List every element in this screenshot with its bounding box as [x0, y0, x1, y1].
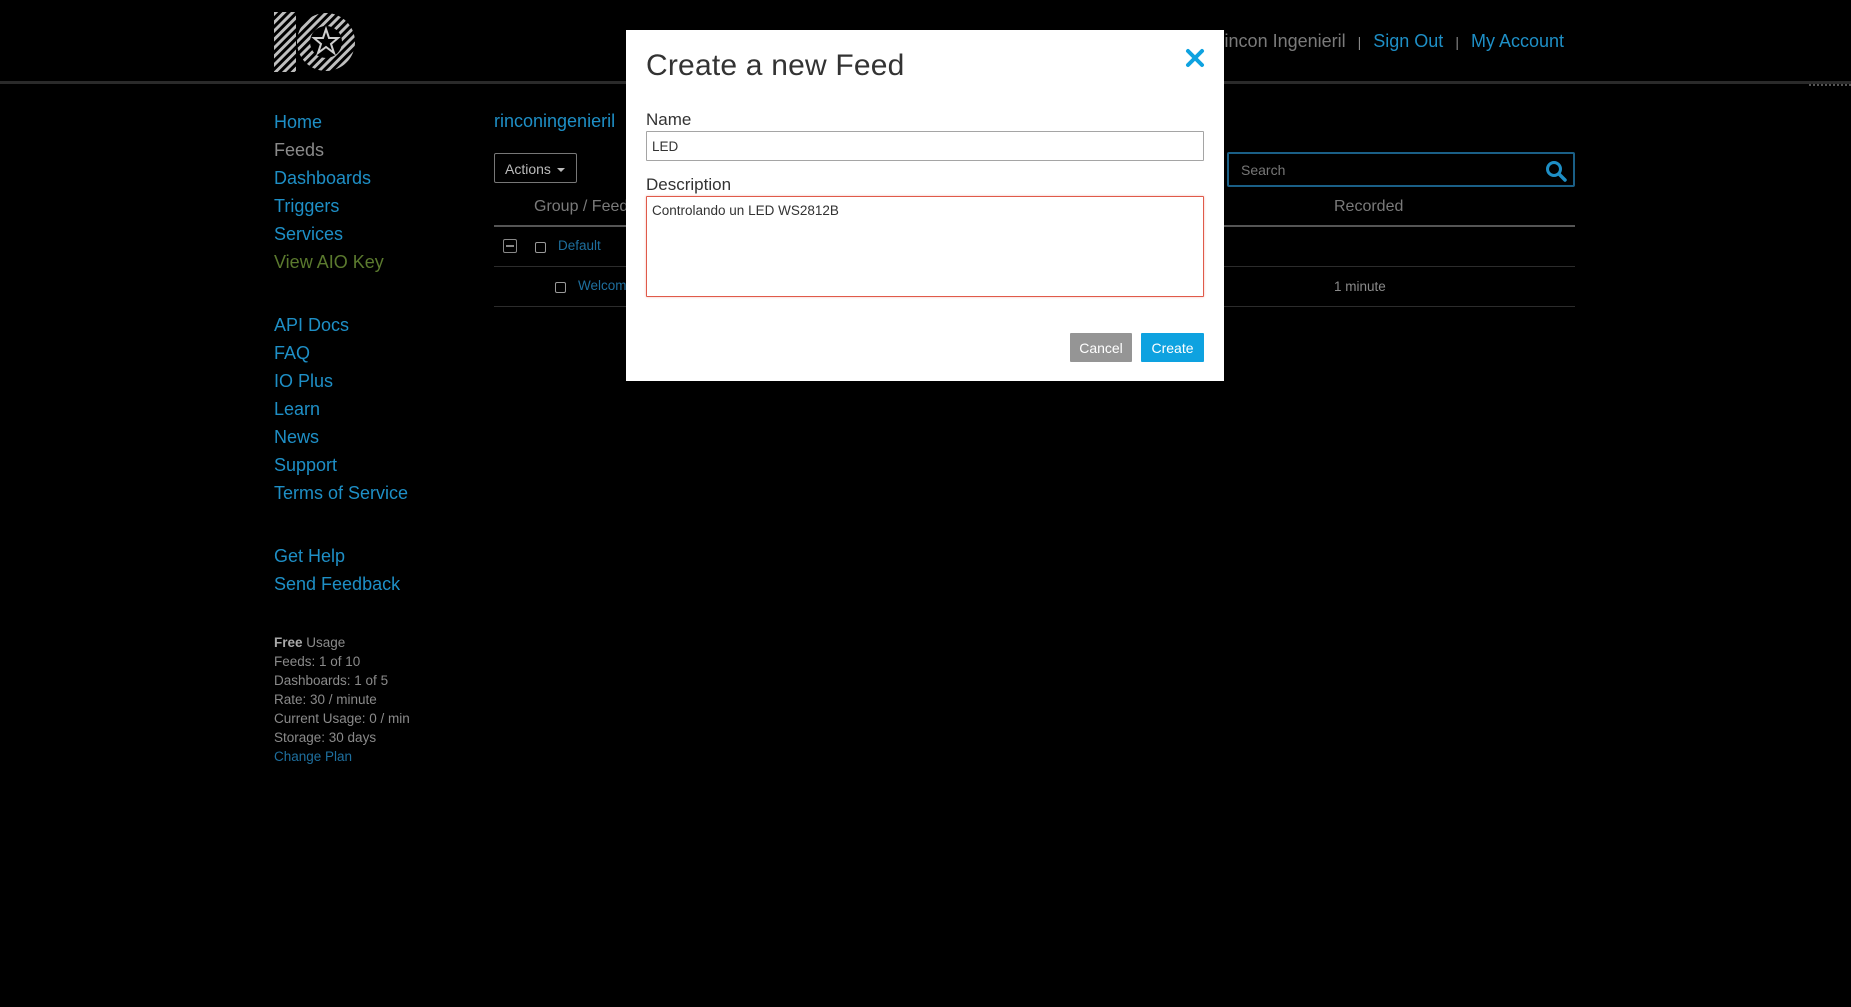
create-feed-modal: Create a new Feed Name Description Contr…	[626, 30, 1224, 381]
create-button[interactable]: Create	[1141, 333, 1204, 362]
account-links: Rincon Ingenieril | Sign Out | My Accoun…	[1212, 31, 1564, 52]
sidebar-item-home[interactable]: Home	[274, 108, 474, 136]
modal-title: Create a new Feed	[646, 49, 905, 82]
usage-feeds: Feeds: 1 of 10	[274, 654, 361, 669]
plan-line: Free Usage	[274, 633, 474, 652]
sign-out-link[interactable]: Sign Out	[1373, 31, 1443, 52]
sidebar-item-news[interactable]: News	[274, 423, 474, 451]
nav-primary: Home Feeds Dashboards Triggers Services …	[274, 108, 474, 276]
change-plan-link[interactable]: Change Plan	[274, 747, 474, 766]
description-label: Description	[646, 175, 732, 194]
sidebar-item-dashboards[interactable]: Dashboards	[274, 164, 474, 192]
description-field[interactable]: Controlando un LED WS2812B	[646, 196, 1204, 297]
sidebar-item-view-aio-key[interactable]: View AIO Key	[274, 248, 474, 276]
usage-current: Current Usage: 0 / min	[274, 711, 410, 726]
usage-summary: Free Usage Feeds: 1 of 10 Dashboards: 1 …	[274, 633, 474, 766]
group-link[interactable]: Default	[558, 238, 601, 253]
name-label: Name	[646, 110, 692, 129]
collapse-icon[interactable]	[503, 239, 517, 253]
adafruit-io-logo[interactable]	[274, 12, 356, 72]
cancel-button[interactable]: Cancel	[1070, 333, 1132, 362]
feed-recorded: 1 minute	[1334, 279, 1386, 294]
header-decoration	[1809, 84, 1851, 86]
search-icon[interactable]	[1545, 160, 1567, 182]
separator: |	[1455, 34, 1459, 50]
breadcrumb[interactable]: rinconingenieril	[494, 111, 615, 132]
sidebar-item-triggers[interactable]: Triggers	[274, 192, 474, 220]
close-icon[interactable]	[1185, 48, 1205, 68]
name-field[interactable]	[646, 131, 1204, 161]
sidebar-item-learn[interactable]: Learn	[274, 395, 474, 423]
usage-dashboards: Dashboards: 1 of 5	[274, 673, 389, 688]
sidebar-item-faq[interactable]: FAQ	[274, 339, 474, 367]
usage-storage: Storage: 30 days	[274, 730, 377, 745]
sidebar-item-terms[interactable]: Terms of Service	[274, 479, 474, 507]
group-checkbox[interactable]	[535, 242, 546, 253]
column-group-feed[interactable]: Group / Feed	[534, 198, 628, 216]
search-input[interactable]	[1241, 161, 1531, 179]
sidebar-item-support[interactable]: Support	[274, 451, 474, 479]
sidebar-item-send-feedback[interactable]: Send Feedback	[274, 570, 474, 598]
sidebar-item-api-docs[interactable]: API Docs	[274, 311, 474, 339]
actions-dropdown[interactable]: Actions	[494, 153, 577, 183]
caret-down-icon	[556, 168, 565, 173]
column-recorded[interactable]: Recorded	[1334, 198, 1403, 216]
sidebar-item-io-plus[interactable]: IO Plus	[274, 367, 474, 395]
page: Rincon Ingenieril | Sign Out | My Accoun…	[0, 0, 1851, 1007]
actions-label: Actions	[505, 161, 551, 177]
plan-name: Free	[274, 635, 303, 650]
nav-feedback: Get Help Send Feedback	[274, 542, 474, 598]
search-box	[1227, 152, 1575, 187]
usage-rate: Rate: 30 / minute	[274, 692, 377, 707]
nav-help: API Docs FAQ IO Plus Learn News Support …	[274, 311, 474, 507]
sidebar: Home Feeds Dashboards Triggers Services …	[274, 108, 474, 766]
plan-suffix: Usage	[302, 635, 346, 650]
sidebar-item-get-help[interactable]: Get Help	[274, 542, 474, 570]
user-name: Rincon Ingenieril	[1211, 31, 1346, 51]
sidebar-item-services[interactable]: Services	[274, 220, 474, 248]
sidebar-item-feeds[interactable]: Feeds	[274, 136, 474, 164]
feed-checkbox[interactable]	[555, 282, 566, 293]
my-account-link[interactable]: My Account	[1471, 31, 1564, 52]
separator: |	[1357, 34, 1362, 50]
